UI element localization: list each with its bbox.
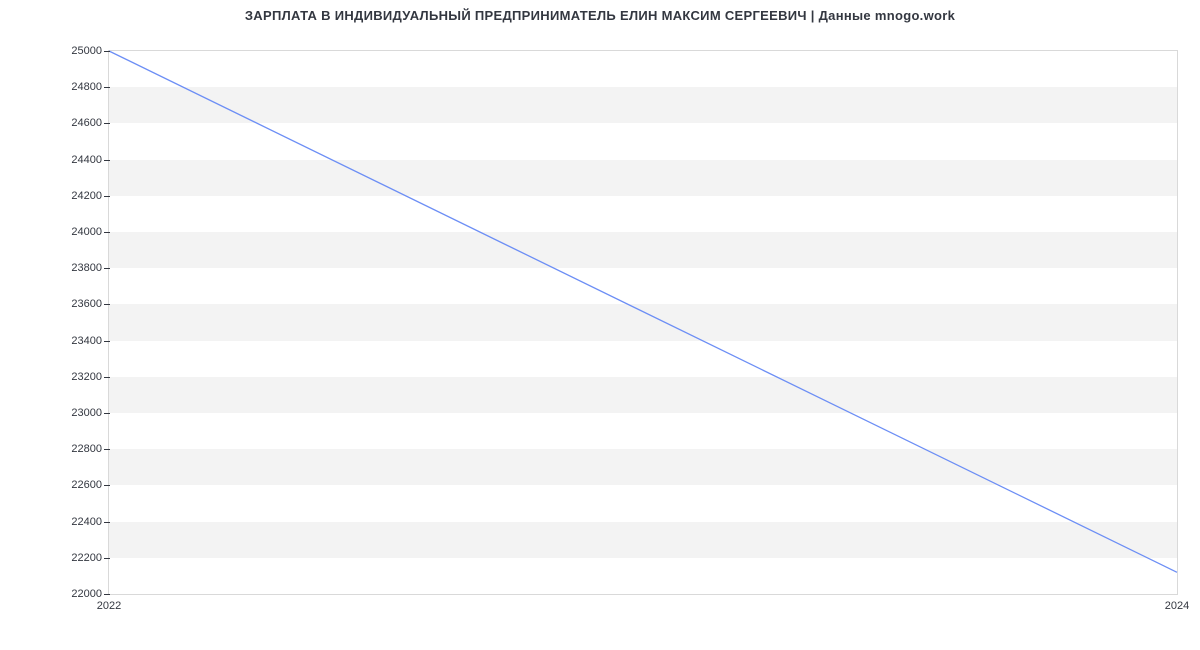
y-tick-label: 23200	[71, 371, 102, 383]
y-tick-label: 24200	[71, 190, 102, 202]
y-tick-label: 23000	[71, 407, 102, 419]
y-tick-label: 22800	[71, 443, 102, 455]
x-tick-label: 2024	[1165, 600, 1189, 612]
y-tick-label: 24600	[71, 117, 102, 129]
y-tick-label: 23400	[71, 335, 102, 347]
y-tick-label: 23600	[71, 298, 102, 310]
y-tick-label: 22000	[71, 588, 102, 600]
line-chart: ЗАРПЛАТА В ИНДИВИДУАЛЬНЫЙ ПРЕДПРИНИМАТЕЛ…	[0, 0, 1200, 650]
plot-area	[108, 50, 1178, 595]
y-tick-label: 24400	[71, 154, 102, 166]
x-tick-label: 2022	[97, 600, 121, 612]
y-tick-label: 22400	[71, 516, 102, 528]
y-tick-label: 24000	[71, 226, 102, 238]
chart-title: ЗАРПЛАТА В ИНДИВИДУАЛЬНЫЙ ПРЕДПРИНИМАТЕЛ…	[0, 8, 1200, 23]
y-tick-label: 22200	[71, 552, 102, 564]
series-layer	[109, 51, 1177, 594]
y-tick-label: 22600	[71, 479, 102, 491]
y-tick-label: 23800	[71, 262, 102, 274]
y-tick-label: 25000	[71, 45, 102, 57]
y-tick-label: 24800	[71, 81, 102, 93]
series-line	[109, 51, 1177, 572]
